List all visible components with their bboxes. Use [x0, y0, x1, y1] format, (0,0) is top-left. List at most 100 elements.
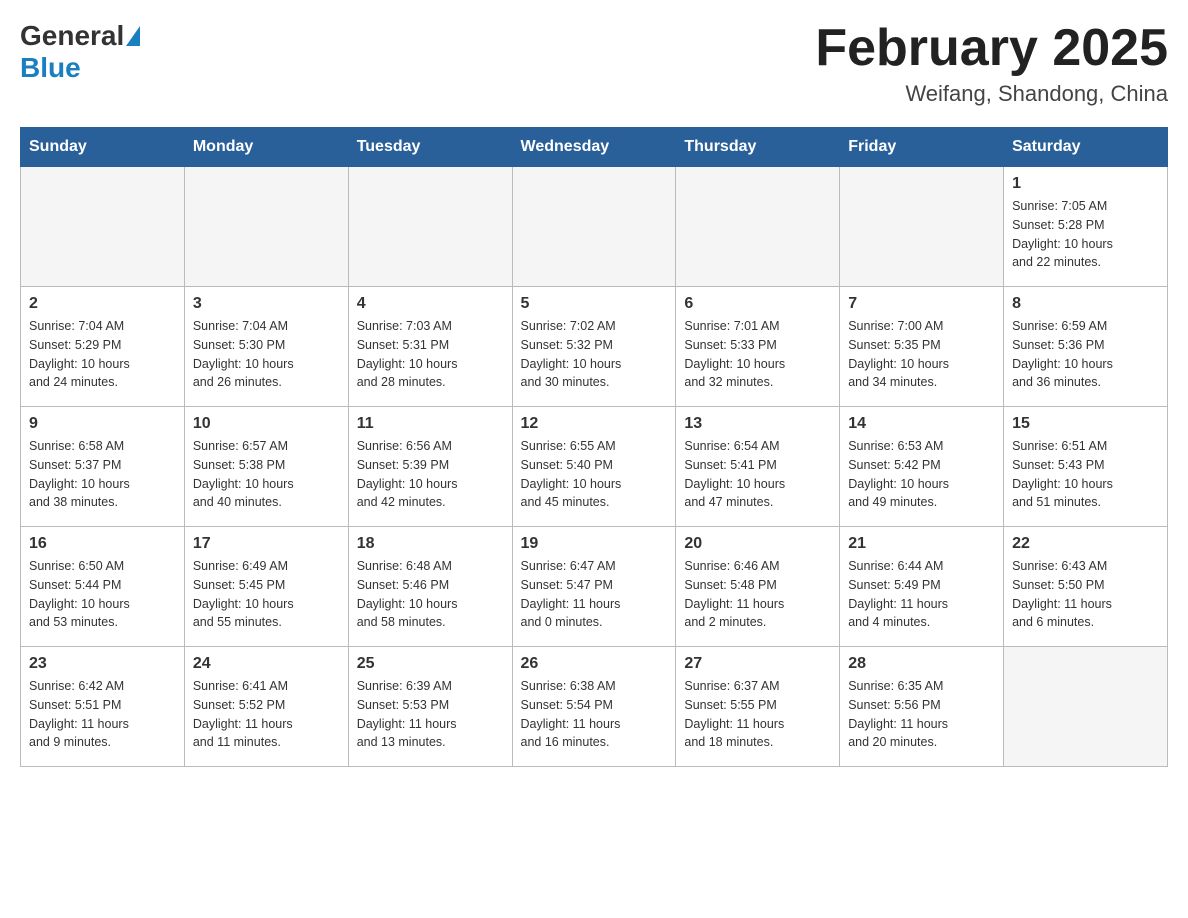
- day-number: 13: [684, 415, 831, 433]
- calendar-day-cell: 5 Sunrise: 7:02 AM Sunset: 5:32 PM Daylig…: [512, 287, 676, 407]
- day-info: Sunrise: 6:57 AM Sunset: 5:38 PM Dayligh…: [193, 437, 340, 512]
- calendar-day-cell: 25 Sunrise: 6:39 AM Sunset: 5:53 PM Dayli…: [348, 647, 512, 767]
- day-number: 28: [848, 655, 995, 673]
- weekday-header-thursday: Thursday: [676, 128, 840, 167]
- calendar-day-cell: 3 Sunrise: 7:04 AM Sunset: 5:30 PM Daylig…: [184, 287, 348, 407]
- day-info: Sunrise: 6:48 AM Sunset: 5:46 PM Dayligh…: [357, 557, 504, 632]
- calendar-day-cell: 24 Sunrise: 6:41 AM Sunset: 5:52 PM Dayli…: [184, 647, 348, 767]
- day-number: 22: [1012, 535, 1159, 553]
- calendar-day-cell: 7Sunrise: 7:00 AM Sunset: 5:35 PM Daylig…: [840, 287, 1004, 407]
- day-number: 19: [521, 535, 668, 553]
- logo-triangle-icon: [126, 26, 140, 46]
- weekday-header-friday: Friday: [840, 128, 1004, 167]
- day-info: Sunrise: 6:35 AM Sunset: 5:56 PM Dayligh…: [848, 677, 995, 752]
- calendar-day-cell: 13 Sunrise: 6:54 AM Sunset: 5:41 PM Dayli…: [676, 407, 840, 527]
- location-title: Weifang, Shandong, China: [815, 81, 1168, 107]
- weekday-header-monday: Monday: [184, 128, 348, 167]
- calendar-week-row: 23 Sunrise: 6:42 AM Sunset: 5:51 PM Dayli…: [21, 647, 1168, 767]
- day-number: 16: [29, 535, 176, 553]
- day-info: Sunrise: 6:55 AM Sunset: 5:40 PM Dayligh…: [521, 437, 668, 512]
- day-info: Sunrise: 6:41 AM Sunset: 5:52 PM Dayligh…: [193, 677, 340, 752]
- day-number: 24: [193, 655, 340, 673]
- day-info: Sunrise: 6:51 AM Sunset: 5:43 PM Dayligh…: [1012, 437, 1159, 512]
- weekday-header-tuesday: Tuesday: [348, 128, 512, 167]
- calendar-day-cell: 26 Sunrise: 6:38 AM Sunset: 5:54 PM Dayli…: [512, 647, 676, 767]
- day-info: Sunrise: 6:46 AM Sunset: 5:48 PM Dayligh…: [684, 557, 831, 632]
- calendar-day-cell: 10 Sunrise: 6:57 AM Sunset: 5:38 PM Dayli…: [184, 407, 348, 527]
- logo: General Blue: [20, 20, 142, 84]
- logo-blue-text: Blue: [20, 52, 81, 83]
- weekday-header-saturday: Saturday: [1004, 128, 1168, 167]
- day-info: Sunrise: 6:47 AM Sunset: 5:47 PM Dayligh…: [521, 557, 668, 632]
- day-info: Sunrise: 7:00 AM Sunset: 5:35 PM Dayligh…: [848, 317, 995, 392]
- calendar-week-row: 1 Sunrise: 7:05 AM Sunset: 5:28 PM Daylig…: [21, 167, 1168, 287]
- day-info: Sunrise: 6:44 AM Sunset: 5:49 PM Dayligh…: [848, 557, 995, 632]
- month-title: February 2025: [815, 20, 1168, 77]
- day-number: 4: [357, 295, 504, 313]
- title-block: February 2025 Weifang, Shandong, China: [815, 20, 1168, 107]
- day-info: Sunrise: 7:05 AM Sunset: 5:28 PM Dayligh…: [1012, 197, 1159, 272]
- calendar-day-cell: 23 Sunrise: 6:42 AM Sunset: 5:51 PM Dayli…: [21, 647, 185, 767]
- day-number: 20: [684, 535, 831, 553]
- calendar-week-row: 9 Sunrise: 6:58 AM Sunset: 5:37 PM Daylig…: [21, 407, 1168, 527]
- day-number: 17: [193, 535, 340, 553]
- day-info: Sunrise: 6:37 AM Sunset: 5:55 PM Dayligh…: [684, 677, 831, 752]
- calendar-day-cell: 15 Sunrise: 6:51 AM Sunset: 5:43 PM Dayli…: [1004, 407, 1168, 527]
- day-info: Sunrise: 7:03 AM Sunset: 5:31 PM Dayligh…: [357, 317, 504, 392]
- day-number: 23: [29, 655, 176, 673]
- calendar-day-cell: 6Sunrise: 7:01 AM Sunset: 5:33 PM Daylig…: [676, 287, 840, 407]
- day-info: Sunrise: 6:56 AM Sunset: 5:39 PM Dayligh…: [357, 437, 504, 512]
- day-number: 25: [357, 655, 504, 673]
- day-number: 21: [848, 535, 995, 553]
- day-info: Sunrise: 6:50 AM Sunset: 5:44 PM Dayligh…: [29, 557, 176, 632]
- day-info: Sunrise: 6:38 AM Sunset: 5:54 PM Dayligh…: [521, 677, 668, 752]
- day-info: Sunrise: 6:59 AM Sunset: 5:36 PM Dayligh…: [1012, 317, 1159, 392]
- calendar-day-cell: 4 Sunrise: 7:03 AM Sunset: 5:31 PM Daylig…: [348, 287, 512, 407]
- calendar-day-cell: 27 Sunrise: 6:37 AM Sunset: 5:55 PM Dayli…: [676, 647, 840, 767]
- day-info: Sunrise: 6:53 AM Sunset: 5:42 PM Dayligh…: [848, 437, 995, 512]
- day-info: Sunrise: 6:42 AM Sunset: 5:51 PM Dayligh…: [29, 677, 176, 752]
- calendar-day-cell: 16 Sunrise: 6:50 AM Sunset: 5:44 PM Dayli…: [21, 527, 185, 647]
- day-info: Sunrise: 6:54 AM Sunset: 5:41 PM Dayligh…: [684, 437, 831, 512]
- day-number: 27: [684, 655, 831, 673]
- day-number: 6: [684, 295, 831, 313]
- calendar-week-row: 2 Sunrise: 7:04 AM Sunset: 5:29 PM Daylig…: [21, 287, 1168, 407]
- day-number: 1: [1012, 175, 1159, 193]
- day-info: Sunrise: 6:49 AM Sunset: 5:45 PM Dayligh…: [193, 557, 340, 632]
- day-info: Sunrise: 7:02 AM Sunset: 5:32 PM Dayligh…: [521, 317, 668, 392]
- logo-general-text: General: [20, 20, 124, 52]
- weekday-header-sunday: Sunday: [21, 128, 185, 167]
- day-number: 18: [357, 535, 504, 553]
- day-number: 14: [848, 415, 995, 433]
- day-number: 5: [521, 295, 668, 313]
- calendar-day-cell: 1 Sunrise: 7:05 AM Sunset: 5:28 PM Daylig…: [1004, 167, 1168, 287]
- calendar-day-cell: [21, 167, 185, 287]
- day-number: 3: [193, 295, 340, 313]
- calendar-day-cell: [512, 167, 676, 287]
- calendar-day-cell: 28 Sunrise: 6:35 AM Sunset: 5:56 PM Dayli…: [840, 647, 1004, 767]
- calendar-day-cell: 21 Sunrise: 6:44 AM Sunset: 5:49 PM Dayli…: [840, 527, 1004, 647]
- day-number: 12: [521, 415, 668, 433]
- day-info: Sunrise: 6:39 AM Sunset: 5:53 PM Dayligh…: [357, 677, 504, 752]
- calendar-week-row: 16 Sunrise: 6:50 AM Sunset: 5:44 PM Dayli…: [21, 527, 1168, 647]
- day-number: 15: [1012, 415, 1159, 433]
- day-info: Sunrise: 7:04 AM Sunset: 5:30 PM Dayligh…: [193, 317, 340, 392]
- calendar-day-cell: 8 Sunrise: 6:59 AM Sunset: 5:36 PM Daylig…: [1004, 287, 1168, 407]
- day-number: 8: [1012, 295, 1159, 313]
- day-info: Sunrise: 6:43 AM Sunset: 5:50 PM Dayligh…: [1012, 557, 1159, 632]
- day-number: 9: [29, 415, 176, 433]
- day-info: Sunrise: 7:04 AM Sunset: 5:29 PM Dayligh…: [29, 317, 176, 392]
- day-number: 11: [357, 415, 504, 433]
- calendar-day-cell: 17 Sunrise: 6:49 AM Sunset: 5:45 PM Dayli…: [184, 527, 348, 647]
- day-number: 10: [193, 415, 340, 433]
- page-header: General Blue February 2025 Weifang, Shan…: [20, 20, 1168, 107]
- calendar-day-cell: 12 Sunrise: 6:55 AM Sunset: 5:40 PM Dayli…: [512, 407, 676, 527]
- day-info: Sunrise: 6:58 AM Sunset: 5:37 PM Dayligh…: [29, 437, 176, 512]
- day-number: 26: [521, 655, 668, 673]
- calendar-day-cell: 11 Sunrise: 6:56 AM Sunset: 5:39 PM Dayli…: [348, 407, 512, 527]
- calendar-day-cell: [676, 167, 840, 287]
- calendar-day-cell: 22 Sunrise: 6:43 AM Sunset: 5:50 PM Dayli…: [1004, 527, 1168, 647]
- day-number: 2: [29, 295, 176, 313]
- calendar-day-cell: [184, 167, 348, 287]
- calendar-day-cell: 2 Sunrise: 7:04 AM Sunset: 5:29 PM Daylig…: [21, 287, 185, 407]
